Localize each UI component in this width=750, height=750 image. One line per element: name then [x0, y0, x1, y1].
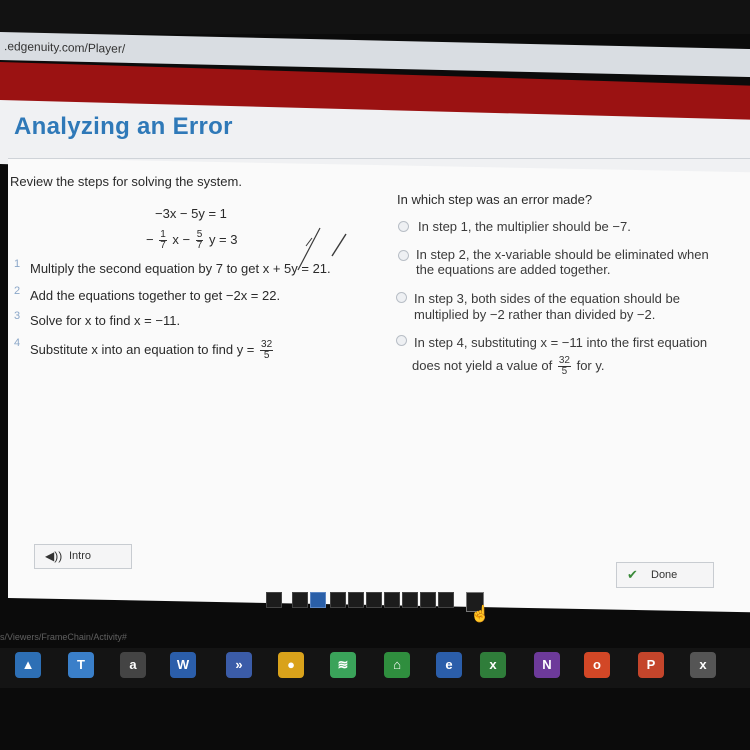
- done-button-label: Done: [651, 569, 678, 581]
- step-4-fraction: 32 5: [260, 340, 274, 361]
- nav-page-box[interactable]: [292, 592, 308, 608]
- step-number-3: 3: [14, 310, 21, 322]
- option-2-radio[interactable]: [398, 250, 409, 261]
- step-number-2: 2: [14, 285, 21, 297]
- forward-icon[interactable]: »: [226, 652, 252, 678]
- eq2-end: y = 3: [208, 231, 238, 247]
- option-2-label-line2[interactable]: the equations are added together.: [416, 262, 610, 277]
- status-bar-url: s/Viewers/FrameChain/Activity#: [0, 632, 127, 642]
- option-4-label-line1[interactable]: In step 4, substituting x = −11 into the…: [414, 335, 707, 350]
- option-2-label-line1[interactable]: In step 2, the x-variable should be elim…: [416, 247, 709, 262]
- question-text: In which step was an error made?: [397, 192, 593, 207]
- edge-icon[interactable]: e: [436, 652, 462, 678]
- prompt-text: Review the steps for solving the system.: [10, 174, 242, 189]
- step-4-text: Substitute x into an equation to find y …: [30, 340, 275, 361]
- nav-prev-box[interactable]: [266, 592, 282, 608]
- eq2-frac1-denominator: 7: [160, 240, 166, 251]
- notepad-icon[interactable]: T: [68, 652, 94, 678]
- green-app-icon[interactable]: ⌂: [384, 652, 410, 678]
- option-3-label-line1[interactable]: In step 3, both sides of the equation sh…: [414, 291, 680, 306]
- option-4-line2-prefix: does not yield a value of: [412, 357, 553, 373]
- intro-button[interactable]: ◀)) Intro: [34, 544, 132, 569]
- maps-icon[interactable]: ▲: [15, 652, 41, 678]
- excel-icon[interactable]: x: [480, 652, 506, 678]
- eq2-middle: x −: [172, 231, 191, 247]
- step-4-text-body: Substitute x into an equation to find y …: [30, 341, 255, 357]
- amazon-icon[interactable]: a: [120, 652, 146, 678]
- nav-page-box[interactable]: [366, 592, 382, 608]
- xbox-icon[interactable]: x: [690, 652, 716, 678]
- step-4-frac-denominator: 5: [263, 350, 270, 361]
- chrome-icon[interactable]: ●: [278, 652, 304, 678]
- system-equation-1: −3x − 5y = 1: [155, 206, 227, 221]
- checkmark-icon: ✔: [627, 567, 638, 582]
- step-3-text: Solve for x to find x = −11.: [30, 313, 181, 328]
- intro-button-label: Intro: [69, 550, 92, 562]
- spotify-icon[interactable]: ≋: [330, 652, 356, 678]
- nav-page-box[interactable]: [420, 592, 436, 608]
- onenote-icon[interactable]: N: [534, 652, 560, 678]
- option-4-fraction: 32 5: [557, 356, 571, 377]
- option-1-label[interactable]: In step 1, the multiplier should be −7.: [418, 219, 631, 234]
- activity-title: Analyzing an Error: [14, 113, 233, 140]
- step-number-4: 4: [14, 337, 21, 349]
- eq2-fraction-1: 1 7: [159, 230, 167, 251]
- word-icon[interactable]: W: [170, 652, 196, 678]
- nav-page-box[interactable]: [330, 592, 346, 608]
- step-2-text: Add the equations together to get −2x = …: [30, 288, 281, 303]
- nav-page-box[interactable]: [438, 592, 454, 608]
- mouse-cursor-icon: ☝: [470, 606, 490, 623]
- option-4-frac-denominator: 5: [561, 366, 568, 377]
- eq2-prefix: −: [146, 231, 154, 247]
- option-1-radio[interactable]: [398, 221, 409, 232]
- option-4-radio[interactable]: [396, 335, 407, 346]
- nav-page-box-current[interactable]: [310, 592, 326, 608]
- done-button[interactable]: ✔ Done: [616, 562, 714, 588]
- nav-page-box[interactable]: [402, 592, 418, 608]
- screen-bezel: [0, 0, 750, 34]
- option-4-line2-suffix: for y.: [576, 357, 605, 373]
- office-icon[interactable]: o: [584, 652, 610, 678]
- option-3-radio[interactable]: [396, 292, 407, 303]
- option-4-label-line2[interactable]: does not yield a value of 32 5 for y.: [412, 356, 605, 377]
- nav-page-box[interactable]: [348, 592, 364, 608]
- eq2-frac2-denominator: 7: [196, 240, 203, 251]
- step-number-1: 1: [14, 258, 21, 270]
- handwritten-mark: [297, 227, 347, 271]
- speaker-icon: ◀)): [45, 549, 63, 563]
- system-equation-2: − 1 7 x − 5 7 y = 3: [146, 230, 237, 251]
- option-3-label-line2[interactable]: multiplied by −2 rather than divided by …: [414, 307, 655, 322]
- header-divider: [8, 158, 750, 159]
- nav-page-box[interactable]: [384, 592, 400, 608]
- powerpoint-icon[interactable]: P: [638, 652, 664, 678]
- eq2-fraction-2: 5 7: [195, 230, 204, 251]
